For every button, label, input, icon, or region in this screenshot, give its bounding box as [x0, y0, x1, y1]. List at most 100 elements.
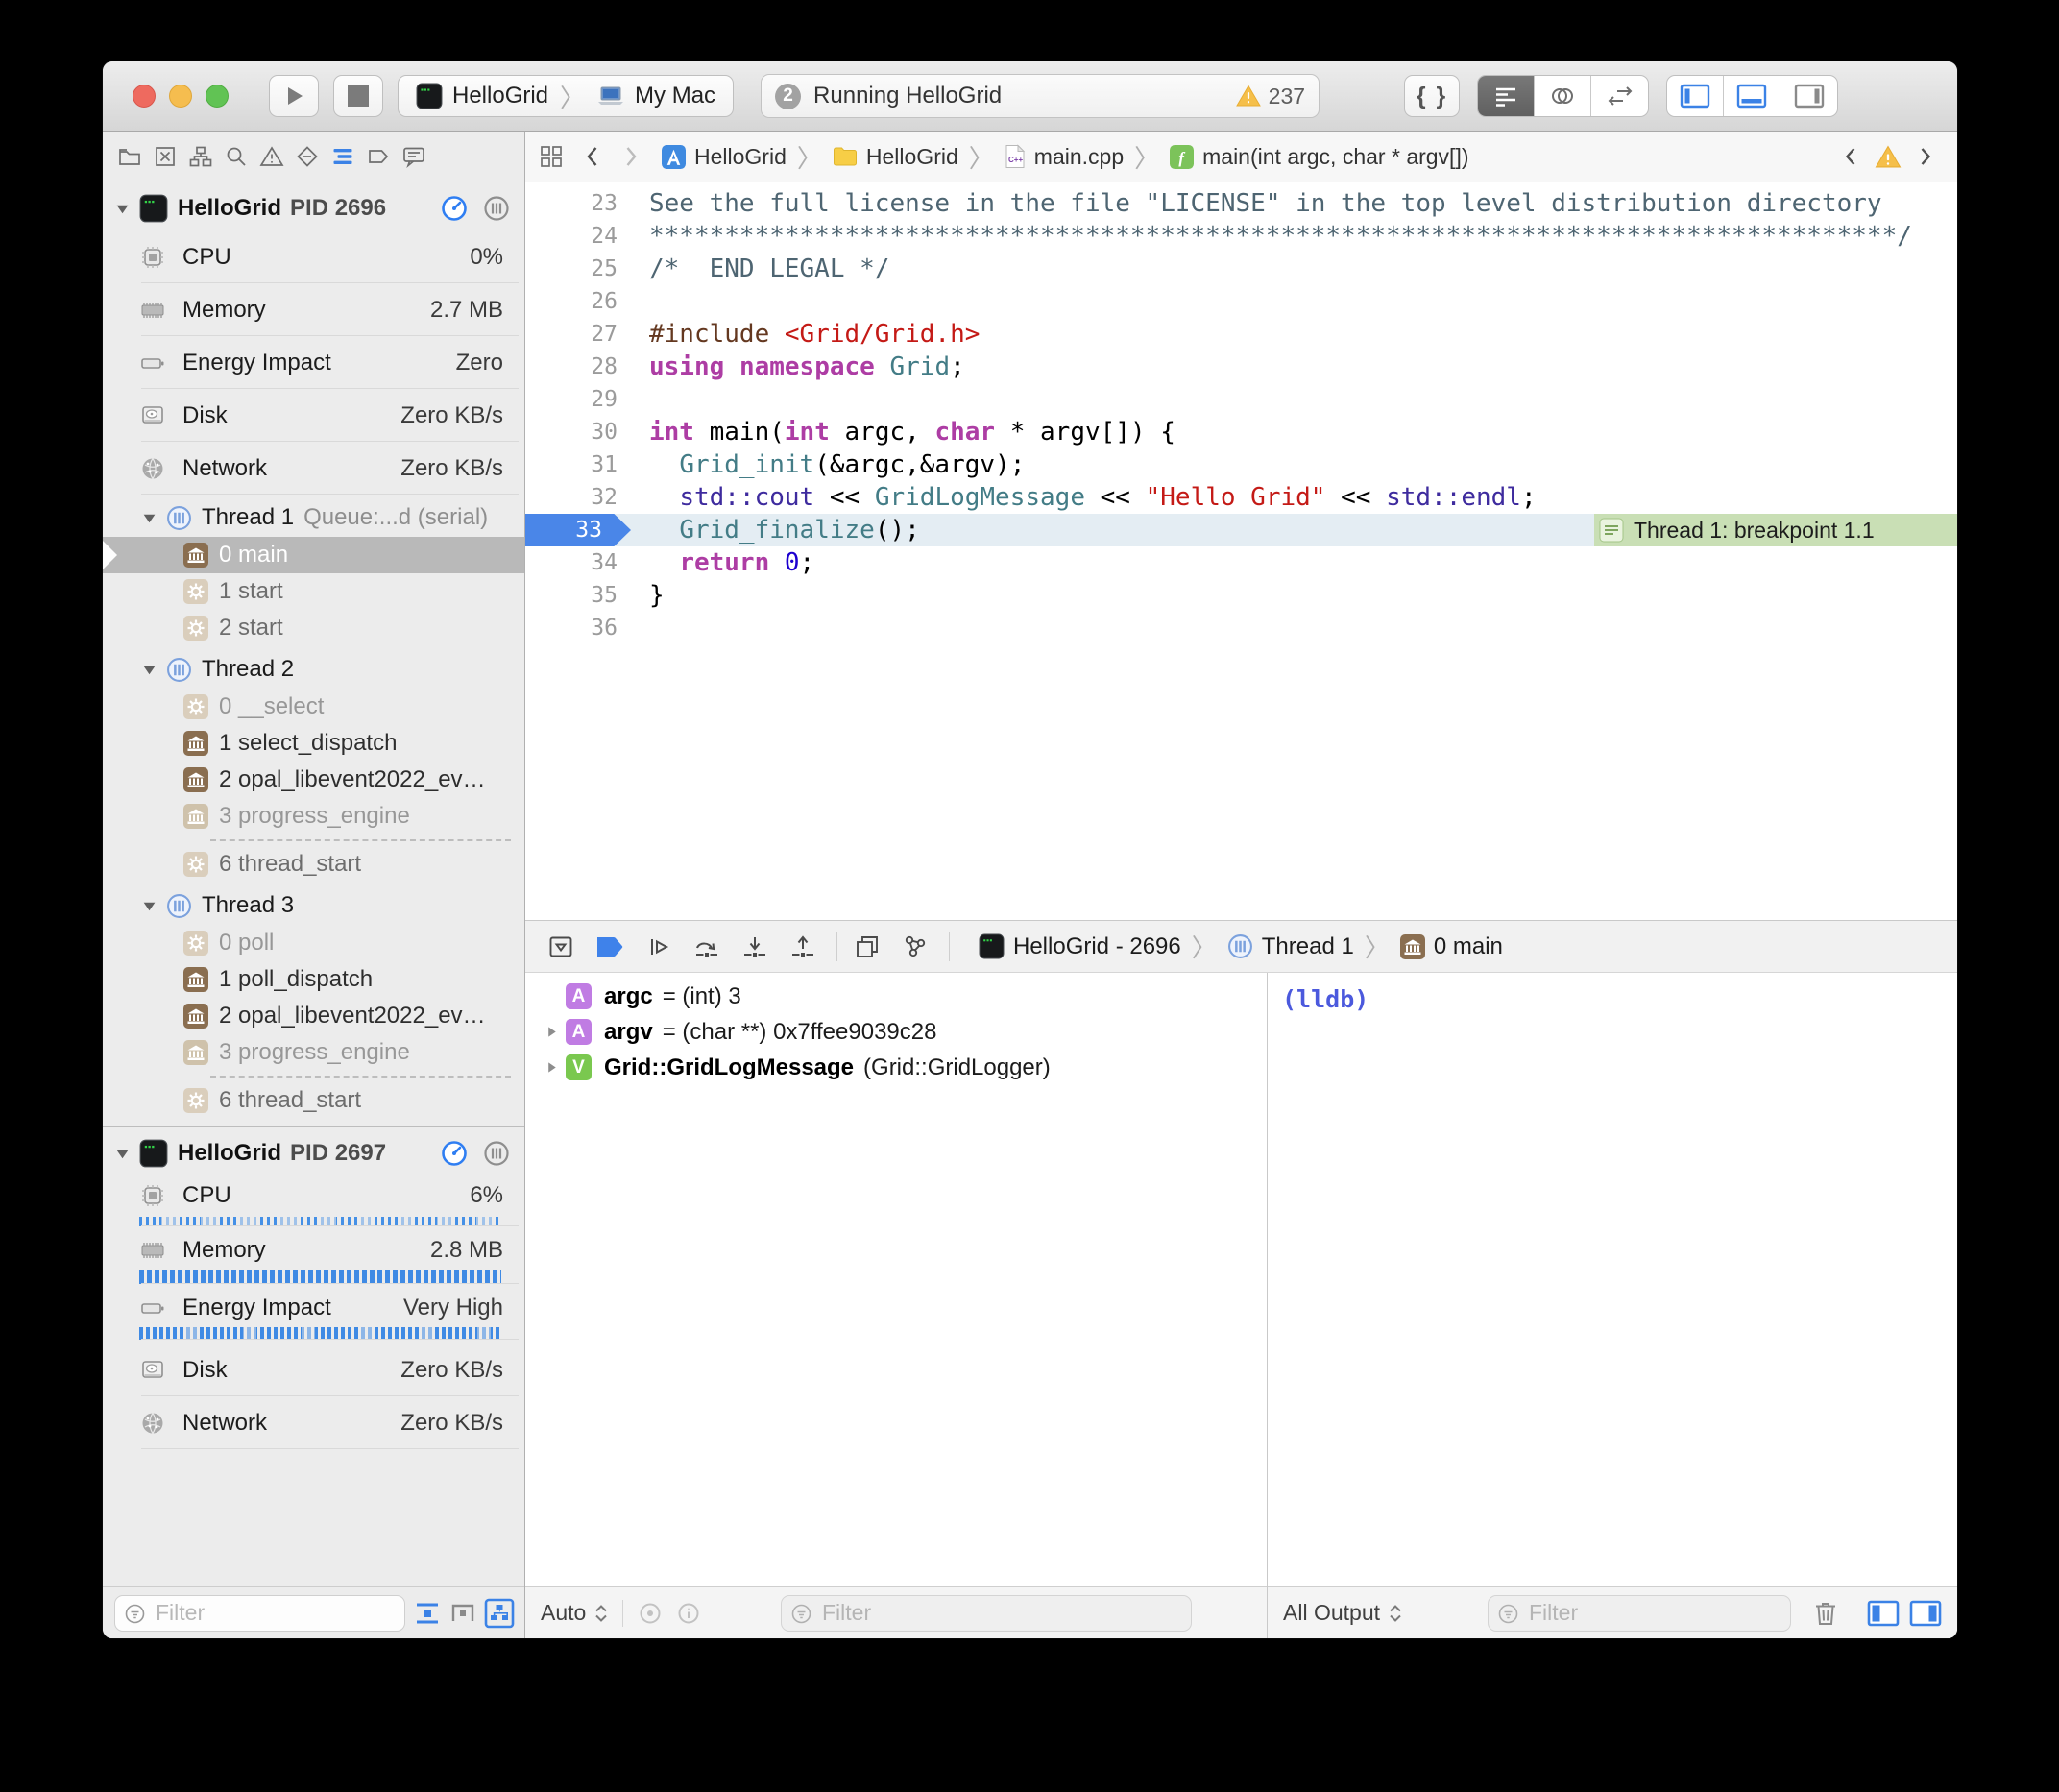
run-button[interactable] — [269, 75, 319, 117]
code-line-29[interactable]: 29 — [525, 383, 1957, 416]
breadcrumb-thread[interactable]: Thread 1 — [1262, 933, 1354, 960]
breadcrumb-process[interactable]: HelloGrid - 2696 — [1013, 933, 1181, 960]
trash-icon[interactable] — [1812, 1599, 1839, 1628]
console-output[interactable]: (lldb) — [1268, 973, 1957, 1586]
console-scope-popup[interactable]: All Output — [1283, 1600, 1403, 1626]
breakpoint-navigator-icon[interactable] — [366, 144, 391, 169]
process-row[interactable]: HelloGrid PID 2696 — [103, 186, 524, 230]
hide-debug-area-button[interactable] — [546, 932, 575, 961]
stat-row-cpu[interactable]: CPU 6% — [103, 1175, 524, 1226]
zoom-button[interactable] — [206, 85, 229, 108]
search-navigator-icon[interactable] — [224, 144, 249, 169]
stack-frame-row[interactable]: 0 __select — [103, 689, 524, 725]
stop-button[interactable] — [333, 75, 383, 117]
gauge-icon[interactable] — [440, 1139, 469, 1168]
instruction-pointer-badge[interactable]: 33 — [525, 514, 631, 546]
debug-view-hierarchy-button[interactable] — [853, 932, 882, 961]
line-number[interactable]: 30 — [525, 416, 618, 448]
line-number[interactable]: 35 — [525, 579, 618, 612]
stat-row-disk[interactable]: Disk Zero KB/s — [103, 389, 524, 442]
breadcrumb-project[interactable]: HelloGrid — [694, 144, 787, 170]
disclosure-triangle-icon[interactable] — [114, 1146, 132, 1162]
code-line-24[interactable]: 24 *************************************… — [525, 220, 1957, 253]
forward-button[interactable] — [621, 144, 641, 169]
stat-row-memory[interactable]: Memory 2.7 MB — [103, 283, 524, 336]
line-number[interactable]: 24 — [525, 220, 618, 253]
stack-frame-row[interactable]: 6 thread_start — [103, 846, 524, 883]
disclosure-triangle-icon[interactable] — [541, 1025, 562, 1039]
code-line-25[interactable]: 25 /* END LEGAL */ — [525, 253, 1957, 285]
variables-scope-popup[interactable]: Auto — [541, 1600, 609, 1626]
code-line-35[interactable]: 35 } — [525, 579, 1957, 612]
code-line-30[interactable]: 30 int main(int argc, char * argv[]) { — [525, 416, 1957, 448]
report-navigator-icon[interactable] — [401, 144, 426, 169]
breakpoints-toggle-button[interactable] — [594, 934, 625, 959]
previous-issue-button[interactable] — [1842, 145, 1859, 168]
line-number[interactable]: 31 — [525, 448, 618, 481]
thread-row[interactable]: Thread 1 Queue:...d (serial) — [103, 498, 524, 537]
interesting-threads-toggle-icon[interactable] — [448, 1599, 477, 1628]
memory-graph-button[interactable] — [901, 932, 930, 961]
code-line-34[interactable]: 34 return 0; — [525, 546, 1957, 579]
quicklook-icon[interactable] — [637, 1600, 664, 1627]
assistant-editor-button[interactable] — [1535, 76, 1591, 116]
task-count-badge[interactable]: 2 — [775, 84, 801, 109]
stack-frame-row[interactable]: 2 opal_libevent2022_ev… — [103, 762, 524, 798]
variable-row[interactable]: A argc = (int) 3 — [525, 979, 1267, 1014]
pause-columns-icon[interactable] — [482, 194, 511, 223]
code-line-28[interactable]: 28 using namespace Grid; — [525, 351, 1957, 383]
version-editor-button[interactable] — [1591, 76, 1648, 116]
breadcrumb-file[interactable]: main.cpp — [1034, 144, 1124, 170]
stat-row-memory[interactable]: Memory 2.8 MB — [103, 1230, 524, 1284]
next-issue-button[interactable] — [1917, 145, 1934, 168]
step-over-button[interactable] — [692, 932, 721, 961]
code-line-23[interactable]: 23 See the full license in the file "LIC… — [525, 187, 1957, 220]
line-number[interactable]: 26 — [525, 285, 618, 318]
stack-frame-row[interactable]: 2 opal_libevent2022_ev… — [103, 998, 524, 1034]
source-editor[interactable]: 23 See the full license in the file "LIC… — [525, 182, 1957, 920]
code-line-31[interactable]: 31 Grid_init(&argc,&argv); — [525, 448, 1957, 481]
navigator-filter-field[interactable] — [114, 1595, 405, 1632]
toggle-navigator-button[interactable] — [1667, 76, 1724, 116]
pause-columns-icon[interactable] — [482, 1139, 511, 1168]
stat-row-disk[interactable]: Disk Zero KB/s — [103, 1344, 524, 1396]
stat-row-network[interactable]: Network Zero KB/s — [103, 442, 524, 495]
stack-frame-row[interactable]: 1 poll_dispatch — [103, 961, 524, 998]
debug-navigator-icon[interactable] — [330, 144, 355, 169]
code-line-27[interactable]: 27 #include <Grid/Grid.h> — [525, 318, 1957, 351]
warning-counter[interactable]: 237 — [1236, 84, 1305, 109]
process-row[interactable]: HelloGrid PID 2697 — [103, 1131, 524, 1175]
code-line-33[interactable]: Grid_finalize();33 Thread 1: breakpoint … — [525, 514, 1957, 546]
back-button[interactable] — [583, 144, 602, 169]
stack-frame-row[interactable]: 2 start — [103, 610, 524, 646]
toggle-console-view-icon[interactable] — [1909, 1600, 1942, 1627]
code-line-32[interactable]: 32 std::cout << GridLogMessage << "Hello… — [525, 481, 1957, 514]
stat-row-energy-impact[interactable]: Energy Impact Very High — [103, 1288, 524, 1340]
step-into-button[interactable] — [740, 932, 769, 961]
flatten-stack-toggle-icon[interactable] — [413, 1599, 442, 1628]
variables-filter-field[interactable] — [781, 1595, 1192, 1632]
disclosure-triangle-icon[interactable] — [141, 510, 158, 526]
issue-warning-icon[interactable] — [1875, 145, 1902, 169]
issue-navigator-icon[interactable] — [259, 144, 284, 169]
view-mode-toggle-icon[interactable] — [484, 1598, 515, 1629]
toggle-debug-area-button[interactable] — [1724, 76, 1780, 116]
toggle-variables-view-icon[interactable] — [1867, 1600, 1900, 1627]
disclosure-triangle-icon[interactable] — [141, 898, 158, 914]
console-filter-field[interactable] — [1488, 1595, 1791, 1632]
line-number[interactable]: 36 — [525, 612, 618, 644]
disclosure-triangle-icon[interactable] — [114, 201, 132, 217]
line-number[interactable]: 27 — [525, 318, 618, 351]
stat-row-network[interactable]: Network Zero KB/s — [103, 1396, 524, 1449]
related-items-icon[interactable] — [539, 144, 564, 169]
symbol-navigator-icon[interactable] — [188, 144, 213, 169]
stack-frame-row[interactable]: 3 progress_engine — [103, 1034, 524, 1071]
thread-row[interactable]: Thread 3 — [103, 886, 524, 925]
continue-button[interactable] — [644, 932, 673, 961]
variable-row[interactable]: A argv = (char **) 0x7ffee9039c28 — [525, 1014, 1267, 1050]
stack-frame-row[interactable]: 3 progress_engine — [103, 798, 524, 835]
line-number[interactable]: 28 — [525, 351, 618, 383]
breadcrumb-symbol[interactable]: main(int argc, char * argv[]) — [1202, 144, 1468, 170]
stack-frame-row[interactable]: 1 select_dispatch — [103, 725, 524, 762]
code-line-26[interactable]: 26 — [525, 285, 1957, 318]
